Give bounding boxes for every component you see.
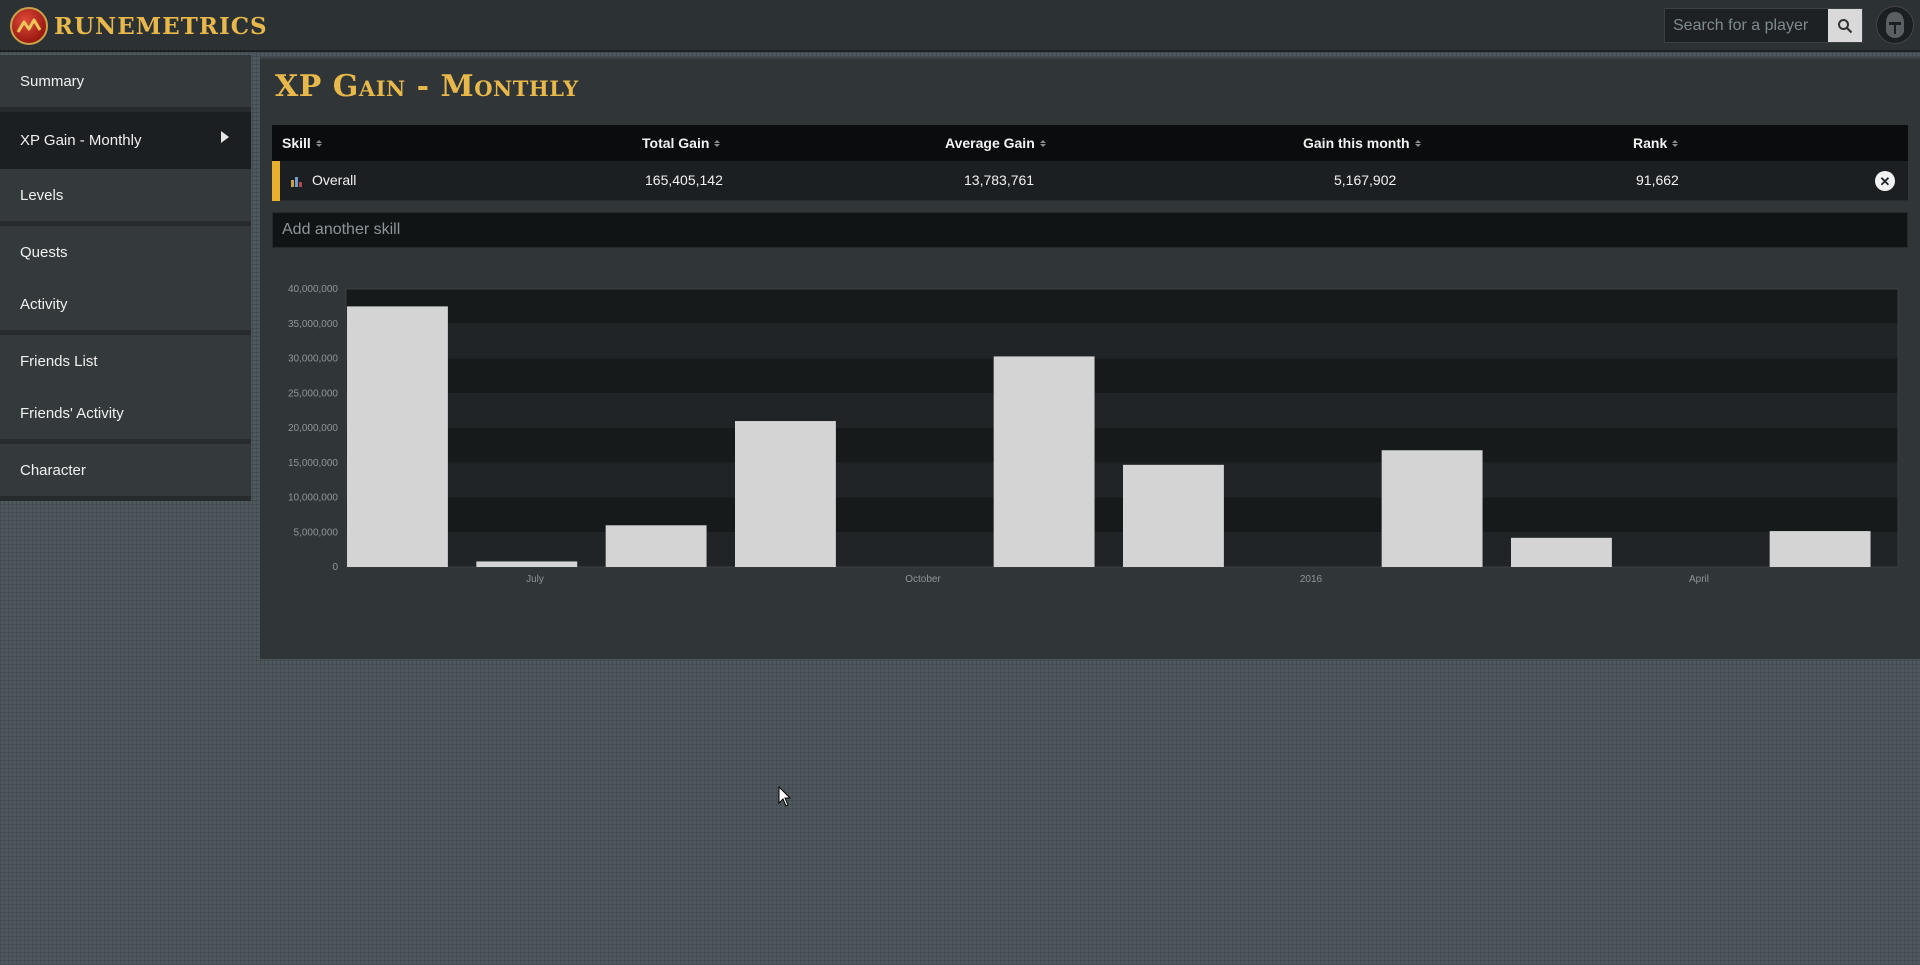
column-header-average-gain[interactable]: Average Gain <box>945 135 1046 151</box>
column-header-rank[interactable]: Rank <box>1633 135 1679 151</box>
sort-icon <box>1672 139 1679 147</box>
y-tick-label: 20,000,000 <box>288 423 338 434</box>
chart-bar <box>605 525 707 567</box>
xp-gain-table: Skill Total Gain Average Gain Gain this … <box>272 125 1908 201</box>
y-tick-label: 5,000,000 <box>294 527 339 538</box>
chart-bar <box>476 561 578 567</box>
player-avatar[interactable] <box>1876 6 1914 44</box>
nav-group-skills: XP Gain - Monthly Levels <box>0 112 251 226</box>
sidebar-item-friends-activity[interactable]: Friends' Activity <box>0 387 251 439</box>
column-header-gain-this-month[interactable]: Gain this month <box>1303 135 1421 151</box>
column-header-label: Gain this month <box>1303 135 1410 151</box>
chart-bar <box>347 306 448 567</box>
sidebar-item-label: Character <box>20 461 86 479</box>
nav-group-character: Character <box>0 444 251 501</box>
search-button[interactable] <box>1828 9 1862 42</box>
y-tick-label: 0 <box>332 562 338 573</box>
cell-skill: Overall <box>312 172 357 188</box>
x-tick-label: 2016 <box>1300 574 1323 585</box>
y-tick-label: 25,000,000 <box>288 388 338 399</box>
chart-band <box>346 497 1898 533</box>
sort-icon <box>714 139 721 147</box>
x-tick-label: April <box>1689 574 1709 585</box>
page-title: XP Gain - Monthly <box>275 69 579 104</box>
xp-gain-bar-chart: 0 5,000,000 10,000,000 15,000,000 20,000,000… <box>288 284 1899 585</box>
sidebar-item-levels[interactable]: Levels <box>0 169 251 221</box>
sidebar-item-label: Summary <box>20 72 85 90</box>
chart-band <box>346 462 1898 498</box>
x-tick-label: July <box>526 574 544 585</box>
y-tick-label: 40,000,000 <box>288 284 338 295</box>
nav-group-summary: Summary <box>0 55 251 112</box>
chart-band <box>346 393 1898 428</box>
y-tick-label: 15,000,000 <box>288 458 338 469</box>
sidebar-item-friends-list[interactable]: Friends List <box>0 335 251 387</box>
sidebar-item-character[interactable]: Character <box>0 444 251 496</box>
logo-text: RUNEMETRICS <box>54 12 268 40</box>
sidebar-item-quests[interactable]: Quests <box>0 226 251 278</box>
column-header-label: Average Gain <box>945 135 1035 151</box>
chart-band <box>346 358 1898 394</box>
chart-band <box>346 532 1898 567</box>
sidebar-item-label: Levels <box>20 186 64 204</box>
cell-average-gain: 13,783,761 <box>964 172 1035 188</box>
y-tick-label: 30,000,000 <box>288 354 338 365</box>
search-icon <box>1838 18 1853 33</box>
xp-gain-chart: 0 5,000,000 10,000,000 15,000,000 20,000,000… <box>260 276 1920 646</box>
add-skill-input[interactable] <box>273 213 1907 247</box>
chart-band <box>346 289 1898 324</box>
column-header-skill[interactable]: Skill <box>282 135 322 151</box>
sidebar-item-xp-gain-monthly[interactable]: XP Gain - Monthly <box>0 112 251 169</box>
table-header: Skill Total Gain Average Gain Gain this … <box>272 125 1908 161</box>
sort-icon <box>1414 139 1421 147</box>
chart-bar <box>1511 537 1612 567</box>
cell-rank: 91,662 <box>1636 172 1679 188</box>
overall-skill-icon <box>291 177 302 187</box>
column-header-label: Skill <box>282 135 311 151</box>
sidebar-item-label: Friends List <box>20 352 98 370</box>
column-header-total-gain[interactable]: Total Gain <box>642 135 721 151</box>
player-avatar-icon <box>1886 12 1904 38</box>
sidebar-item-summary[interactable]: Summary <box>0 55 251 107</box>
sort-icon <box>315 139 322 147</box>
top-bar: RUNEMETRICS <box>0 0 1920 52</box>
sidebar-nav: Summary XP Gain - Monthly Levels Quests … <box>0 55 251 501</box>
y-tick-label: 10,000,000 <box>288 493 338 504</box>
player-search-input[interactable] <box>1665 9 1828 42</box>
sidebar-item-label: Quests <box>20 243 68 261</box>
add-skill-field <box>272 212 1908 248</box>
mouse-cursor-icon <box>778 786 792 807</box>
runemetrics-logo-icon <box>10 7 48 45</box>
cell-total-gain: 165,405,142 <box>645 172 723 188</box>
main-panel: XP Gain - Monthly Skill Total Gain Avera… <box>260 57 1920 659</box>
table-row[interactable]: Overall 165,405,142 13,783,761 5,167,902… <box>272 161 1908 201</box>
chart-band <box>346 428 1898 463</box>
chart-bar <box>993 356 1095 567</box>
y-tick-label: 35,000,000 <box>288 319 338 330</box>
chart-bar <box>735 421 836 567</box>
x-tick-label: October <box>905 574 941 585</box>
chart-bar <box>1381 450 1483 567</box>
nav-group-quests: Quests Activity <box>0 226 251 335</box>
sidebar-item-label: Friends' Activity <box>20 404 124 422</box>
chevron-right-icon <box>221 131 229 143</box>
sidebar-item-label: XP Gain - Monthly <box>20 132 142 149</box>
chart-bar <box>1123 464 1224 567</box>
sidebar-item-label: Activity <box>20 295 68 313</box>
nav-group-friends: Friends List Friends' Activity <box>0 335 251 444</box>
row-color-accent <box>272 161 280 201</box>
column-header-label: Rank <box>1633 135 1668 151</box>
close-icon: ✕ <box>1879 173 1891 189</box>
remove-skill-button[interactable]: ✕ <box>1875 171 1895 191</box>
cell-gain-this-month: 5,167,902 <box>1334 172 1397 188</box>
chart-bar <box>1769 531 1871 567</box>
chart-band <box>346 323 1898 359</box>
runemetrics-logo[interactable]: RUNEMETRICS <box>10 7 268 45</box>
column-header-label: Total Gain <box>642 135 710 151</box>
sidebar-item-activity[interactable]: Activity <box>0 278 251 330</box>
sort-icon <box>1039 139 1046 147</box>
player-search <box>1664 8 1863 43</box>
